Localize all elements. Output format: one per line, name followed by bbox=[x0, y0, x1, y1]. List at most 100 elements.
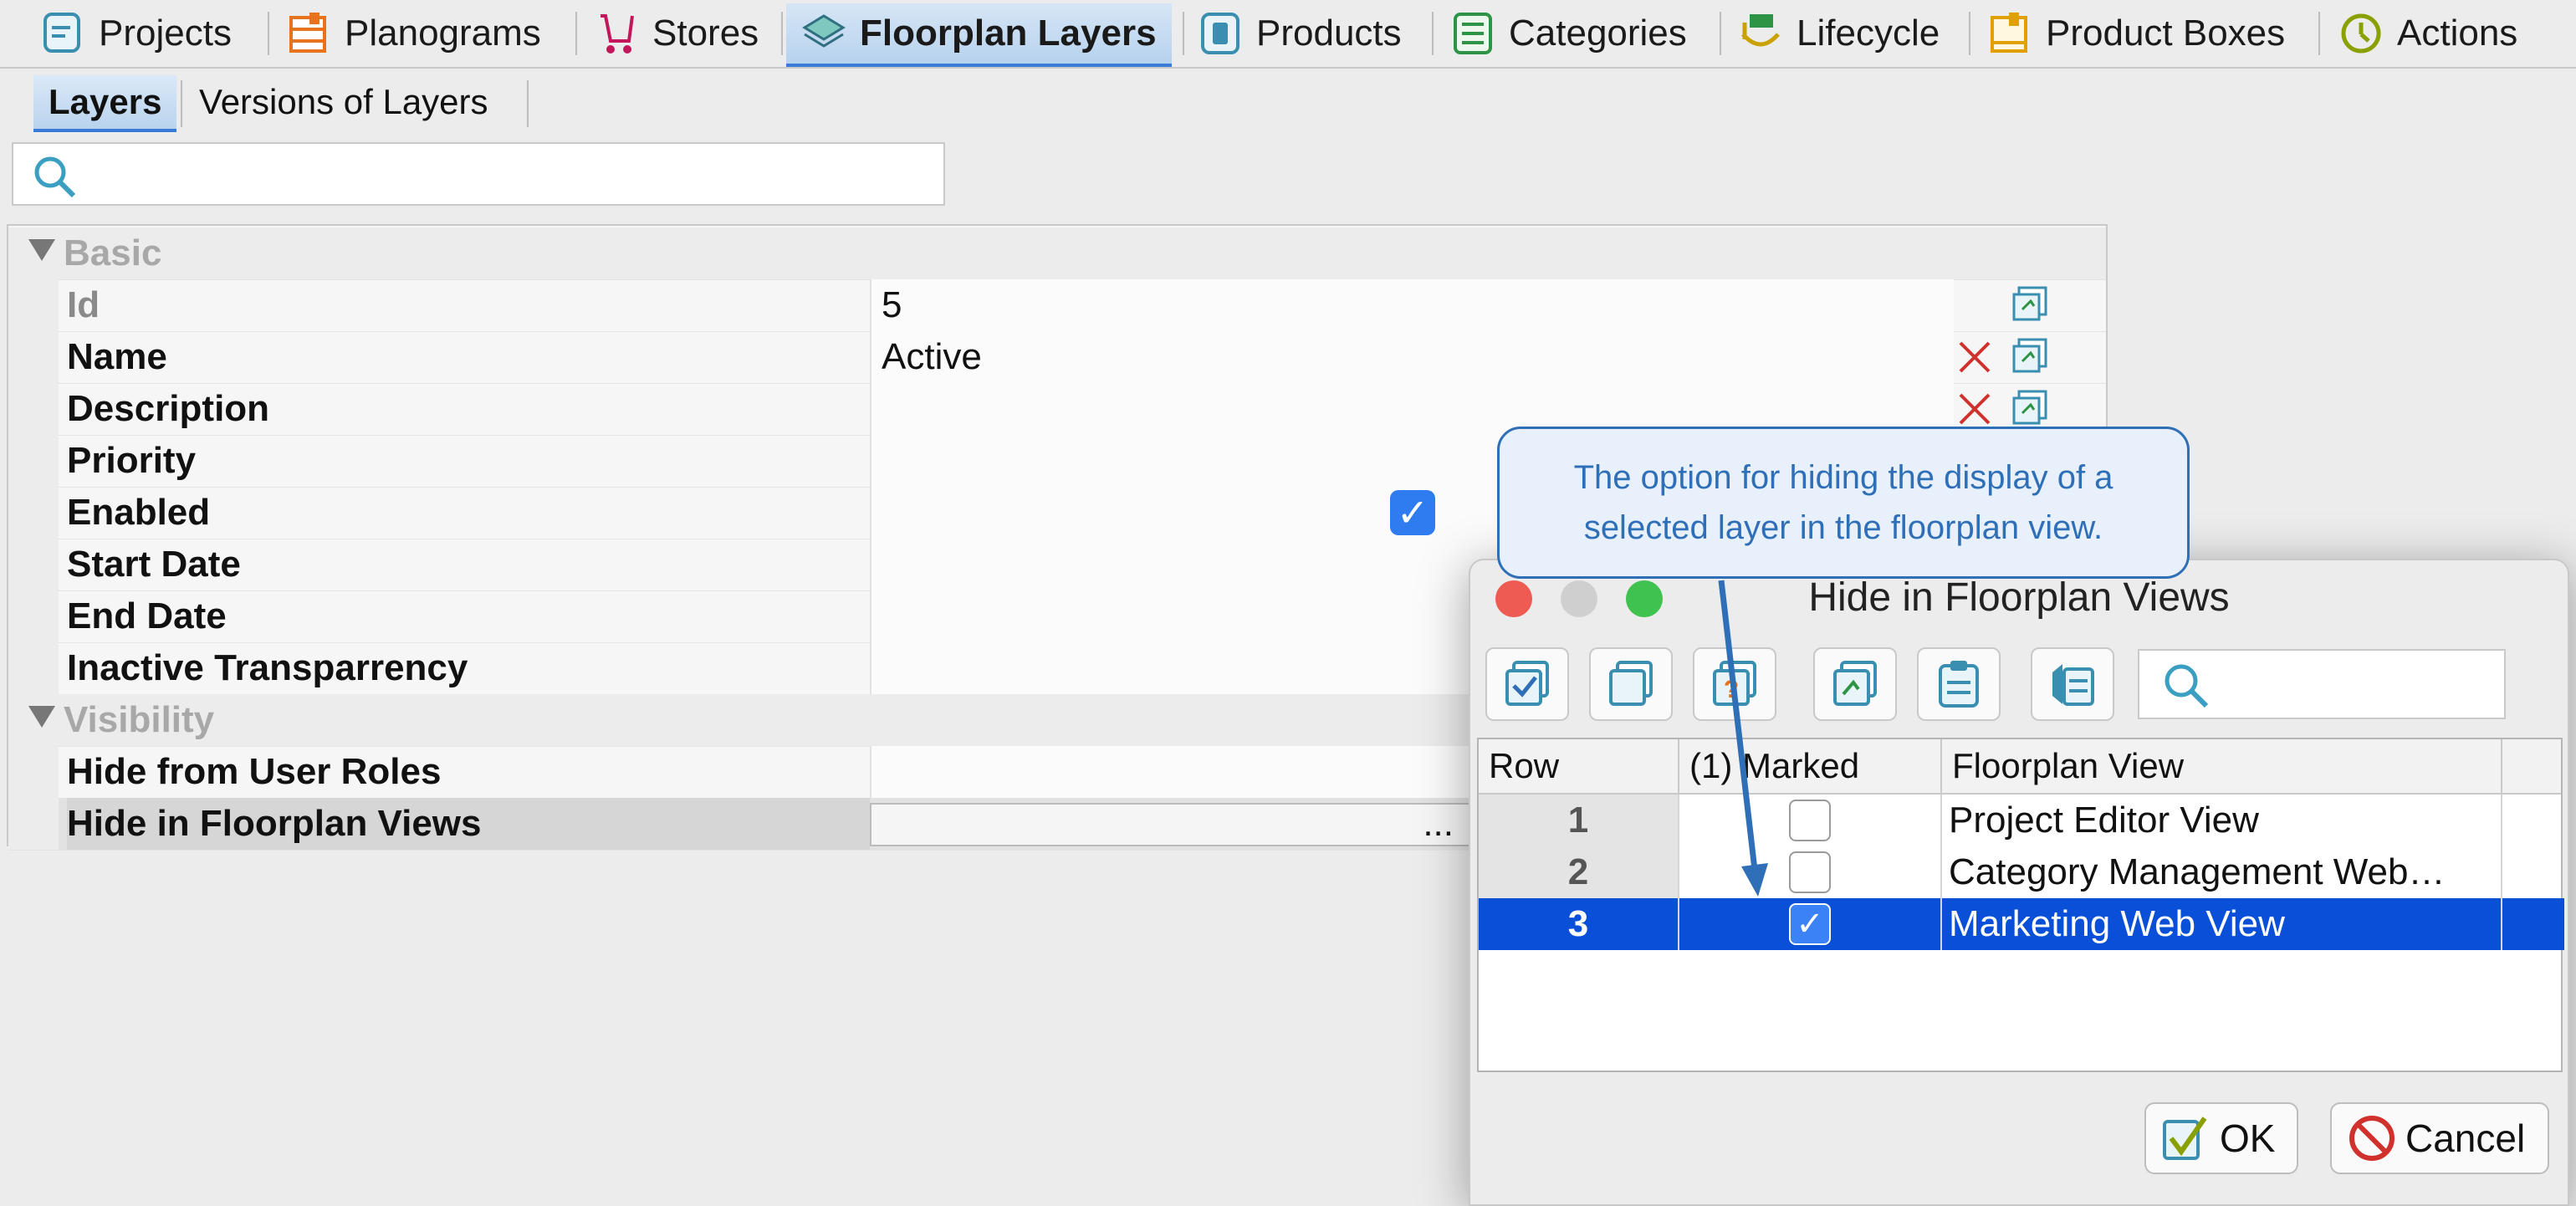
property-label: Inactive Transparrency bbox=[67, 647, 468, 688]
tab-label: Products bbox=[1256, 13, 1402, 54]
property-label: Priority bbox=[67, 440, 197, 481]
tab-label: Planograms bbox=[345, 13, 541, 54]
tab-label: Product Boxes bbox=[2046, 13, 2286, 54]
subtab-layers[interactable]: Layers bbox=[33, 75, 177, 132]
property-label: Enabled bbox=[67, 492, 211, 533]
tab-projects[interactable]: Projects bbox=[40, 3, 232, 64]
search-input[interactable] bbox=[12, 142, 945, 206]
marked-checkbox[interactable] bbox=[1789, 800, 1831, 841]
tab-label: Projects bbox=[99, 13, 232, 54]
group-label: Basic bbox=[64, 233, 162, 273]
table-row[interactable]: 1 Project Editor View bbox=[1479, 795, 2561, 846]
cancel-icon bbox=[2349, 1116, 2395, 1161]
product-boxes-icon bbox=[1991, 13, 2027, 53]
main-tab-bar: Projects Planograms Stores Floorplan Lay… bbox=[0, 0, 2576, 69]
subtab-label: Layers bbox=[49, 82, 162, 121]
lifecycle-icon bbox=[1741, 14, 1780, 47]
copy-marked-icon bbox=[1833, 661, 1877, 706]
property-label: Hide in Floorplan Views bbox=[67, 798, 870, 850]
floorplan-view-name: Project Editor View bbox=[1942, 795, 2502, 846]
property-label: Hide from User Roles bbox=[67, 751, 442, 792]
copy-value-icon[interactable] bbox=[2011, 388, 2051, 428]
property-label: Description bbox=[67, 388, 270, 429]
tab-label: Lifecycle bbox=[1797, 13, 1940, 54]
copy-value-icon[interactable] bbox=[2011, 336, 2051, 376]
subtab-versions-of-layers[interactable]: Versions of Layers bbox=[184, 75, 503, 129]
tab-stores[interactable]: Stores bbox=[594, 3, 759, 64]
copy-marked-button[interactable] bbox=[1813, 647, 1897, 721]
tab-products[interactable]: Products bbox=[1198, 3, 1402, 64]
tab-label: Categories bbox=[1509, 13, 1687, 54]
table-row-selected[interactable]: 3 ✓ Marketing Web View bbox=[1479, 898, 2564, 950]
group-basic[interactable]: Basic bbox=[8, 227, 2106, 280]
search-icon bbox=[2165, 664, 2209, 708]
clear-value-icon[interactable] bbox=[1955, 338, 1994, 376]
collapse-triangle-icon[interactable] bbox=[28, 239, 55, 261]
check-all-icon bbox=[1505, 661, 1549, 706]
subtab-label: Versions of Layers bbox=[199, 82, 488, 121]
clear-value-icon[interactable] bbox=[1955, 390, 1994, 428]
uncheck-all-button[interactable] bbox=[1589, 647, 1673, 721]
invert-check-button[interactable]: ? bbox=[1693, 647, 1776, 721]
annotation-callout: The option for hiding the display of a s… bbox=[1497, 427, 2190, 579]
uncheck-all-icon bbox=[1609, 661, 1653, 706]
products-icon bbox=[1201, 13, 1239, 54]
copy-value-icon[interactable] bbox=[2011, 284, 2051, 324]
invert-check-icon: ? bbox=[1713, 661, 1756, 706]
property-value: 5 bbox=[870, 279, 1954, 331]
column-header-row[interactable]: Row bbox=[1479, 739, 1679, 793]
tab-floorplan-layers[interactable]: Floorplan Layers bbox=[786, 3, 1172, 67]
row-number: 1 bbox=[1479, 795, 1679, 846]
clipboard-button[interactable] bbox=[1917, 647, 2001, 721]
collapse-triangle-icon[interactable] bbox=[28, 706, 55, 728]
name-field[interactable]: Active bbox=[870, 331, 1954, 383]
tab-planograms[interactable]: Planograms bbox=[286, 3, 541, 64]
property-label: Name bbox=[67, 336, 167, 377]
tab-label: Stores bbox=[652, 13, 759, 54]
tab-product-boxes[interactable]: Product Boxes bbox=[1987, 3, 2285, 64]
ok-check-icon bbox=[2163, 1117, 2207, 1160]
projects-icon bbox=[43, 13, 80, 53]
layers-icon bbox=[802, 14, 846, 48]
tab-label: Actions bbox=[2397, 13, 2518, 54]
ok-label: OK bbox=[2220, 1117, 2276, 1160]
tab-lifecycle[interactable]: Lifecycle bbox=[1738, 3, 1940, 64]
svg-text:?: ? bbox=[1724, 676, 1739, 703]
property-row-id: Id 5 bbox=[8, 279, 2106, 332]
ellipsis-button[interactable]: ... bbox=[1423, 805, 1454, 843]
row-number: 3 bbox=[1479, 898, 1679, 950]
stores-cart-icon bbox=[601, 14, 634, 54]
row-number: 2 bbox=[1479, 846, 1679, 898]
table-row[interactable]: 2 Category Management Web… bbox=[1479, 846, 2561, 898]
categories-icon bbox=[1454, 13, 1492, 54]
group-label: Visibility bbox=[64, 699, 215, 740]
paste-list-icon bbox=[2052, 664, 2094, 706]
table-header: Row (1) Marked Floorplan View bbox=[1479, 739, 2561, 795]
column-header-floorplan-view[interactable]: Floorplan View bbox=[1942, 739, 2502, 793]
ok-button[interactable]: OK bbox=[2144, 1102, 2298, 1174]
search-icon bbox=[34, 156, 76, 198]
floorplan-views-table: Row (1) Marked Floorplan View 1 Project … bbox=[1477, 738, 2564, 1072]
property-label: Start Date bbox=[67, 544, 241, 585]
check-all-button[interactable] bbox=[1485, 647, 1569, 721]
marked-checkbox[interactable]: ✓ bbox=[1789, 903, 1831, 945]
floorplan-view-name: Category Management Web… bbox=[1942, 846, 2502, 898]
cancel-label: Cancel bbox=[2405, 1117, 2526, 1160]
callout-text: The option for hiding the display of a s… bbox=[1573, 459, 2113, 546]
tab-actions[interactable]: Actions bbox=[2338, 3, 2517, 64]
property-label: End Date bbox=[67, 595, 227, 636]
hide-in-floorplan-views-dialog: Hide in Floorplan Views ? Row (1) Marked… bbox=[1469, 559, 2569, 1206]
hide-in-floorplan-views-editor[interactable]: ... bbox=[870, 803, 1489, 846]
actions-icon bbox=[2341, 13, 2381, 54]
property-row-name: Name Active bbox=[8, 331, 2106, 384]
column-header-marked[interactable]: (1) Marked bbox=[1679, 739, 1942, 793]
enabled-checkbox[interactable]: ✓ bbox=[1390, 490, 1435, 535]
cancel-button[interactable]: Cancel bbox=[2330, 1102, 2549, 1174]
property-label: Id bbox=[67, 284, 100, 325]
tab-categories[interactable]: Categories bbox=[1450, 3, 1687, 64]
paste-list-button[interactable] bbox=[2031, 647, 2114, 721]
tab-label: Floorplan Layers bbox=[860, 13, 1157, 54]
dialog-search-input[interactable] bbox=[2138, 649, 2506, 719]
clipboard-icon bbox=[1939, 661, 1979, 708]
marked-checkbox[interactable] bbox=[1789, 851, 1831, 893]
